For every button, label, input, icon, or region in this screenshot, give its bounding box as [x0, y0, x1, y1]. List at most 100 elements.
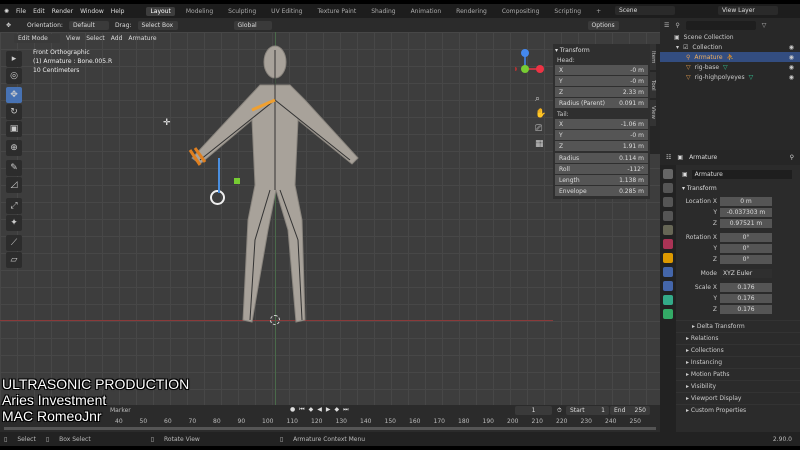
add-workspace-button[interactable]: + — [592, 7, 605, 16]
stopwatch-icon[interactable]: ⏱ — [557, 407, 562, 415]
pan-hand-icon[interactable]: ✋ — [535, 107, 546, 122]
tab-shading[interactable]: Shading — [367, 7, 399, 16]
tab-scripting[interactable]: Scripting — [550, 7, 585, 16]
end-frame-field[interactable]: End 250 — [610, 406, 650, 415]
field-row[interactable]: Z 2.33 m — [555, 87, 648, 97]
field-row[interactable]: Scale X 0.176 — [678, 282, 800, 292]
zoom-icon[interactable]: ⌕ — [535, 92, 546, 107]
orientation-dropdown[interactable]: Default — [68, 20, 109, 30]
armature-data-tab-icon[interactable] — [663, 295, 673, 305]
options-dropdown[interactable]: Options — [587, 20, 619, 30]
panel-motion-paths[interactable]: ▸ Motion Paths — [676, 368, 800, 380]
field-row[interactable]: Z 0.176 — [678, 304, 800, 314]
field-value[interactable]: 0.97521 m — [720, 218, 772, 228]
field-value[interactable]: -0 m — [630, 67, 644, 74]
viewport-menu-armature[interactable]: Armature — [128, 35, 156, 42]
field-value[interactable]: 0° — [720, 243, 772, 253]
object-type-icon[interactable]: ▣ — [682, 171, 688, 178]
panel-custom-properties[interactable]: ▸ Custom Properties — [676, 404, 800, 416]
record-icon[interactable]: ● — [290, 406, 295, 414]
collection-item[interactable]: ▾ ☑ Collection ◉ — [660, 42, 800, 52]
output-tab-icon[interactable] — [663, 197, 673, 207]
field-row[interactable]: Z 0.97521 m — [678, 218, 800, 228]
camera-icon[interactable]: ⎚ — [535, 122, 546, 137]
field-row[interactable]: Roll -112° — [555, 164, 648, 174]
render-tab-icon[interactable] — [663, 183, 673, 193]
panel-delta-transform[interactable]: ▸ Delta Transform — [676, 320, 800, 332]
field-row[interactable]: Y -0.037303 m — [678, 207, 800, 217]
viewport-menu-select[interactable]: Select — [86, 35, 105, 42]
display-mode-icon[interactable]: ☰ — [664, 22, 669, 29]
envelope-tool-icon[interactable]: ▱ — [6, 252, 22, 268]
viewport-menu-view[interactable]: View — [66, 35, 80, 42]
play-reverse-icon[interactable]: ◀ — [317, 406, 322, 414]
sidebar-tab-item[interactable]: Item — [650, 44, 656, 70]
field-value[interactable]: 0° — [720, 254, 772, 264]
gizmo-plane-handle[interactable] — [234, 178, 240, 184]
move-tool-icon[interactable]: ✥ — [6, 87, 22, 103]
drag-dropdown[interactable]: Select Box — [137, 20, 178, 30]
sidebar-tab-view[interactable]: View — [650, 100, 656, 126]
panel-visibility[interactable]: ▸ Visibility — [676, 380, 800, 392]
transform-tool-icon[interactable]: ⊕ — [6, 140, 22, 156]
editor-type-icon[interactable]: ☷ — [666, 154, 671, 161]
start-frame-field[interactable]: Start 1 — [566, 406, 609, 415]
cursor-tool-icon[interactable]: ◎ — [6, 68, 22, 84]
filter-icon[interactable]: ⚲ — [675, 22, 679, 29]
field-value[interactable]: -0.037303 m — [720, 207, 772, 217]
prev-keyframe-icon[interactable]: ◆ — [309, 406, 314, 414]
transform-panel-title[interactable]: ▾ Transform — [555, 47, 648, 54]
gizmo-z-arrow[interactable] — [218, 158, 220, 193]
field-value[interactable]: -112° — [627, 166, 644, 173]
field-row[interactable]: Rotation X 0° — [678, 232, 800, 242]
current-frame-field[interactable]: 1 — [515, 406, 552, 415]
panel-collections[interactable]: ▸ Collections — [676, 344, 800, 356]
tool-tab-icon[interactable] — [663, 169, 673, 179]
measure-tool-icon[interactable]: ◿ — [6, 177, 22, 193]
field-row[interactable]: Radius 0.114 m — [555, 153, 648, 163]
tab-texture-paint[interactable]: Texture Paint — [313, 7, 360, 16]
field-value[interactable]: -0 m — [630, 132, 644, 139]
annotate-tool-icon[interactable]: ✎ — [6, 160, 22, 176]
jump-start-icon[interactable]: ⏮ — [299, 406, 304, 414]
eye-icon[interactable]: ◉ — [789, 54, 800, 61]
scene-collection-item[interactable]: ▣ Scene Collection — [660, 32, 800, 42]
tab-animation[interactable]: Animation — [407, 7, 446, 16]
scene-selector[interactable]: Scene — [615, 6, 675, 15]
menu-help[interactable]: Help — [111, 8, 125, 15]
object-tab-icon[interactable] — [663, 253, 673, 263]
field-value[interactable]: -1.06 m — [621, 121, 644, 128]
tab-compositing[interactable]: Compositing — [498, 7, 544, 16]
field-value[interactable]: 0.176 — [720, 282, 772, 292]
tab-uv-editing[interactable]: UV Editing — [267, 7, 306, 16]
field-row[interactable]: Z 0° — [678, 254, 800, 264]
tab-modeling[interactable]: Modeling — [182, 7, 217, 16]
rotate-tool-icon[interactable]: ↻ — [6, 104, 22, 120]
grid-toggle-icon[interactable]: ▦ — [535, 137, 546, 152]
eye-icon[interactable]: ◉ — [789, 64, 800, 71]
scene-tab-icon[interactable] — [663, 225, 673, 235]
sidebar-tab-tool[interactable]: Tool — [650, 72, 656, 98]
field-value[interactable]: 0.176 — [720, 304, 772, 314]
field-value[interactable]: 0° — [720, 232, 772, 242]
play-icon[interactable]: ▶ — [326, 406, 331, 414]
field-value[interactable]: 1.91 m — [623, 143, 644, 150]
menu-file[interactable]: File — [16, 8, 26, 15]
rotation-mode-dropdown[interactable]: XYZ Euler — [720, 268, 772, 278]
field-value[interactable]: 0.285 m — [619, 188, 644, 195]
panel-viewport-display[interactable]: ▸ Viewport Display — [676, 392, 800, 404]
menu-edit[interactable]: Edit — [33, 8, 45, 15]
marker-menu[interactable]: Marker — [110, 407, 131, 414]
scale-tool-icon[interactable]: ▣ — [6, 121, 22, 137]
field-row[interactable]: Location X0 m — [678, 196, 800, 206]
outliner-search-input[interactable] — [685, 20, 756, 30]
view-layer-selector[interactable]: View Layer — [718, 6, 778, 15]
view-layer-tab-icon[interactable] — [663, 211, 673, 221]
panel-relations[interactable]: ▸ Relations — [676, 332, 800, 344]
outliner-item-rig-base[interactable]: ▽ rig-base ▽ ◉ — [660, 62, 800, 72]
mode-dropdown[interactable]: Edit Mode — [14, 33, 60, 43]
viewport-menu-add[interactable]: Add — [111, 35, 123, 42]
checkbox-icon[interactable]: ☑ — [683, 44, 688, 51]
object-name-input[interactable]: Armature — [691, 170, 792, 179]
bone-size-tool-icon[interactable]: ✦ — [6, 215, 22, 231]
